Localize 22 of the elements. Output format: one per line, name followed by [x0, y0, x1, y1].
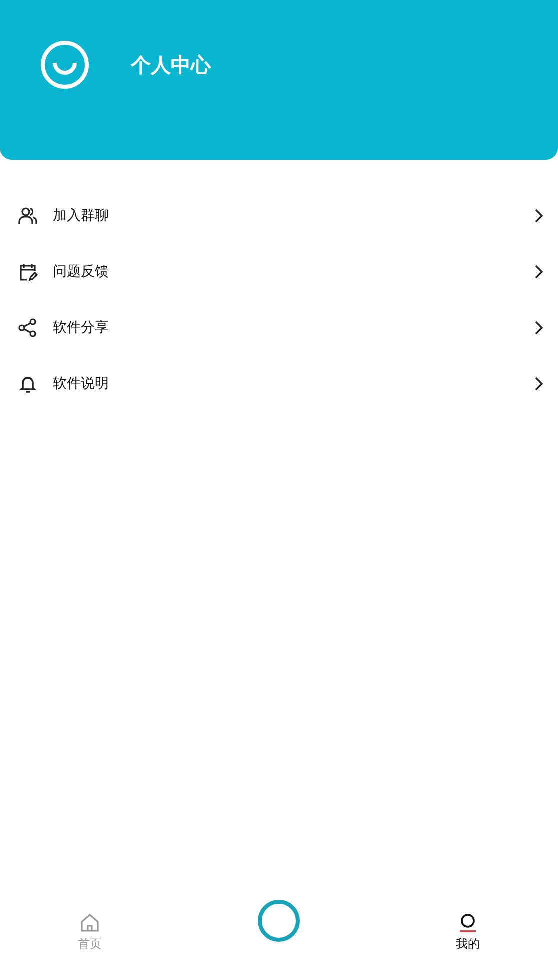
smiley-icon: [40, 40, 90, 90]
menu-item[interactable]: 问题反馈: [0, 244, 558, 300]
center-button[interactable]: [258, 900, 300, 942]
menu-item[interactable]: 软件分享: [0, 300, 558, 356]
menu-label: 加入群聊: [53, 207, 110, 225]
chevron-right-icon: [534, 320, 544, 336]
profile-icon: [457, 912, 479, 934]
menu-label: 软件分享: [53, 319, 110, 337]
chevron-right-icon: [534, 376, 544, 392]
tab[interactable]: 我的: [456, 912, 480, 953]
calendar-edit-icon: [18, 262, 38, 282]
home-icon: [79, 912, 101, 934]
page-title: 个人中心: [131, 52, 211, 78]
menu-item[interactable]: 软件说明: [0, 356, 558, 412]
chevron-right-icon: [534, 208, 544, 224]
people-icon: [18, 206, 38, 226]
menu-label: 问题反馈: [53, 263, 110, 281]
menu-label: 软件说明: [53, 375, 110, 393]
chevron-right-icon: [534, 264, 544, 280]
share-icon: [18, 318, 38, 338]
bell-icon: [18, 374, 38, 394]
menu-item[interactable]: 加入群聊: [0, 188, 558, 244]
